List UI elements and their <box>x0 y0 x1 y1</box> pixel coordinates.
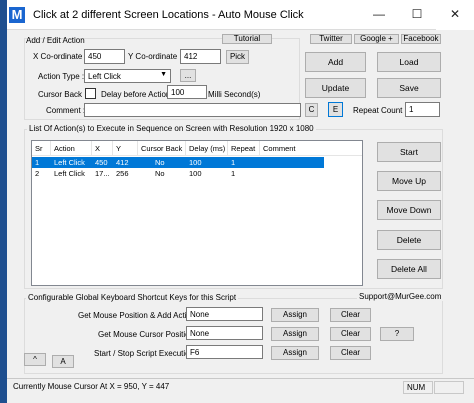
c-button[interactable]: C <box>305 103 318 117</box>
shortcut-input[interactable]: F6 <box>186 345 263 359</box>
repeat-count-label: Repeat Count : <box>353 106 407 115</box>
twitter-button[interactable]: Twitter <box>310 34 352 44</box>
e-button[interactable]: E <box>328 102 343 117</box>
minimize-button[interactable]: — <box>360 0 398 30</box>
add-button[interactable]: Add <box>305 52 366 72</box>
table-cell: 100 <box>189 169 202 178</box>
table-cell: 256 <box>116 169 129 178</box>
action-type-value: Left Click <box>88 71 121 81</box>
status-panel-empty <box>434 381 464 394</box>
table-cell: 1 <box>35 158 40 167</box>
help-button[interactable]: ? <box>380 327 414 341</box>
cursor-back-label: Cursor Back : <box>38 90 87 99</box>
delete-all-button[interactable]: Delete All <box>377 259 441 279</box>
column-header-action[interactable]: Action <box>51 141 92 156</box>
chevron-down-icon: ▼ <box>160 71 167 78</box>
action-type-select[interactable]: Left Click ▼ <box>84 69 171 83</box>
table-cell: No <box>155 169 165 178</box>
table-cell: 412 <box>116 158 129 167</box>
delete-button[interactable]: Delete <box>377 230 441 250</box>
move-up-button[interactable]: Move Up <box>377 171 441 191</box>
assign-button[interactable]: Assign <box>271 327 319 341</box>
column-header-repeat[interactable]: Repeat <box>228 141 260 156</box>
tutorial-button[interactable]: Tutorial <box>222 34 272 44</box>
action-list-group-label: List Of Action(s) to Execute in Sequence… <box>27 124 316 133</box>
column-header-delay[interactable]: Delay (ms) <box>186 141 228 156</box>
collapse-up-button[interactable]: ^ <box>24 353 46 366</box>
app-logo-icon: M <box>9 7 25 23</box>
assign-button[interactable]: Assign <box>271 308 319 322</box>
status-bar: Currently Mouse Cursor At X = 950, Y = 4… <box>0 378 474 394</box>
clear-button[interactable]: Clear <box>330 346 371 360</box>
window-title: Click at 2 different Screen Locations - … <box>33 9 304 21</box>
table-cell: Left Click <box>54 158 85 167</box>
cursor-back-checkbox[interactable] <box>85 88 96 99</box>
delay-unit-label: Milli Second(s) <box>208 90 261 99</box>
status-text: Currently Mouse Cursor At X = 950, Y = 4… <box>13 382 170 391</box>
shortcut-group-label: Configurable Global Keyboard Shortcut Ke… <box>26 293 239 302</box>
load-button[interactable]: Load <box>377 52 441 72</box>
shortcut-input[interactable]: None <box>186 307 263 321</box>
table-cell: Left Click <box>54 169 85 178</box>
move-down-button[interactable]: Move Down <box>377 200 441 220</box>
comment-input[interactable] <box>84 103 301 117</box>
table-cell: 2 <box>35 169 40 178</box>
facebook-button[interactable]: Facebook <box>401 34 441 44</box>
table-row[interactable]: 1 Left Click 450 412 No 100 1 <box>32 157 324 168</box>
table-cell: 1 <box>231 158 236 167</box>
column-header-x[interactable]: X <box>92 141 113 156</box>
table-cell <box>260 157 320 168</box>
column-header-comment[interactable]: Comment <box>260 141 362 156</box>
delay-input[interactable]: 100 <box>167 85 207 99</box>
table-cell: 17... <box>95 169 110 178</box>
num-lock-indicator: NUM <box>403 381 433 394</box>
shortcut-input[interactable]: None <box>186 326 263 340</box>
table-header: Sr Action X Y Cursor Back Delay (ms) Rep… <box>32 141 362 156</box>
action-type-label: Action Type : <box>38 72 85 81</box>
desktop-edge <box>0 0 7 403</box>
google-plus-button[interactable]: Google + <box>354 34 399 44</box>
column-header-sr[interactable]: Sr <box>32 141 51 156</box>
table-cell: 100 <box>189 158 202 167</box>
y-coordinate-input[interactable]: 412 <box>180 49 221 64</box>
action-list-table[interactable]: Sr Action X Y Cursor Back Delay (ms) Rep… <box>31 140 363 286</box>
clear-button[interactable]: Clear <box>330 308 371 322</box>
save-button[interactable]: Save <box>377 78 441 98</box>
column-header-cursor-back[interactable]: Cursor Back <box>138 141 186 156</box>
delay-label: Delay before Action : <box>101 90 175 99</box>
y-coordinate-label: Y Co-ordinate : <box>128 52 182 61</box>
a-button[interactable]: A <box>52 355 74 368</box>
action-type-more-button[interactable]: ... <box>180 69 196 82</box>
pick-button[interactable]: Pick <box>226 50 249 64</box>
start-button[interactable]: Start <box>377 142 441 162</box>
maximize-button[interactable]: ☐ <box>398 0 436 30</box>
table-cell: No <box>155 158 165 167</box>
clear-button[interactable]: Clear <box>330 327 371 341</box>
update-button[interactable]: Update <box>305 78 366 98</box>
shortcut-label: Start / Stop Script Execution : <box>94 349 199 358</box>
table-row[interactable]: 2 Left Click 17... 256 No 100 1 <box>32 168 362 179</box>
shortcut-label: Get Mouse Cursor Position : <box>98 330 199 339</box>
table-cell <box>260 168 320 179</box>
comment-label: Comment : <box>46 106 86 115</box>
column-header-y[interactable]: Y <box>113 141 138 156</box>
assign-button[interactable]: Assign <box>271 346 319 360</box>
shortcut-label: Get Mouse Position & Add Action : <box>78 311 200 320</box>
support-email-link[interactable]: Support@MurGee.com <box>357 293 444 301</box>
table-cell: 1 <box>231 169 236 178</box>
window-bottom-edge <box>0 394 474 403</box>
x-coordinate-input[interactable]: 450 <box>84 49 125 64</box>
add-edit-group-label: Add / Edit Action <box>26 36 85 45</box>
table-cell: 450 <box>95 158 108 167</box>
x-coordinate-label: X Co-ordinate : <box>33 52 87 61</box>
repeat-count-input[interactable]: 1 <box>405 102 440 117</box>
close-button[interactable]: ✕ <box>436 0 474 30</box>
